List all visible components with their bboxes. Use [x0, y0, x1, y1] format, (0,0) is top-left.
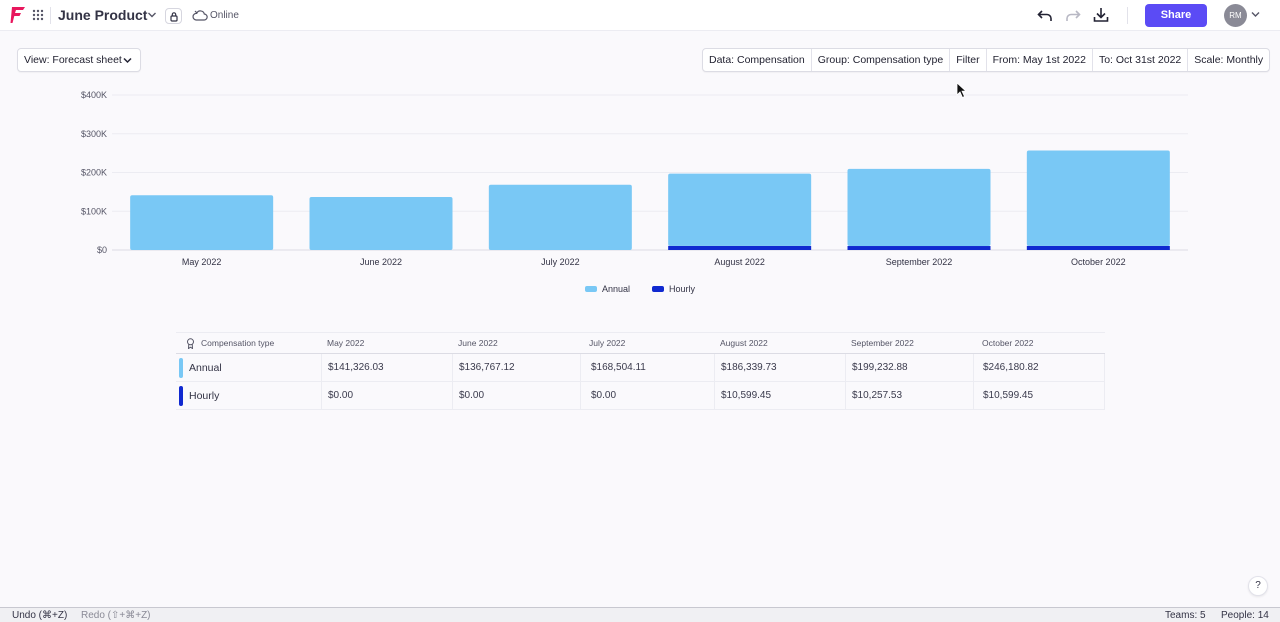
legend-swatch-hourly	[652, 285, 664, 292]
bar-annual[interactable]	[847, 168, 991, 247]
table-cell[interactable]: $141,326.03	[321, 354, 452, 381]
bar-annual[interactable]	[488, 184, 632, 250]
table-cell[interactable]: $168,504.11	[580, 354, 714, 381]
ribbon-icon	[187, 337, 194, 349]
table-cell[interactable]: $0.00	[321, 382, 452, 409]
x-tick-label: September 2022	[886, 257, 953, 267]
bar-annual[interactable]	[309, 197, 453, 250]
x-tick-label: July 2022	[541, 257, 580, 267]
data-filter-button[interactable]: Data: Compensation	[703, 49, 812, 71]
share-button[interactable]: Share	[1145, 4, 1207, 27]
avatar[interactable]: RM	[1224, 4, 1247, 27]
column-header-month[interactable]: May 2022	[327, 333, 364, 353]
column-header-month[interactable]: June 2022	[458, 333, 498, 353]
teams-count: Teams: 5	[1165, 610, 1206, 621]
chevron-down-icon[interactable]	[147, 11, 157, 19]
legend-label: Annual	[602, 284, 631, 294]
divider	[50, 7, 51, 24]
filter-bar: Data: Compensation Group: Compensation t…	[702, 48, 1271, 72]
column-header-month[interactable]: August 2022	[720, 333, 768, 353]
table-cell[interactable]: $10,599.45	[973, 382, 1105, 409]
x-tick-label: June 2022	[360, 257, 402, 267]
column-header-group[interactable]: Compensation type	[186, 333, 274, 353]
bar-hourly[interactable]	[668, 245, 812, 250]
bar-annual[interactable]	[130, 195, 274, 250]
row-color-marker	[179, 358, 183, 378]
divider	[1127, 7, 1128, 24]
legend-item-hourly[interactable]: Hourly	[652, 284, 695, 294]
table-cell[interactable]: $186,339.73	[714, 354, 845, 381]
view-select[interactable]: View: Forecast sheet	[17, 48, 141, 72]
scale-button[interactable]: Scale: Monthly	[1188, 49, 1269, 71]
to-date-button[interactable]: To: Oct 31st 2022	[1093, 49, 1189, 71]
group-filter-button[interactable]: Group: Compensation type	[812, 49, 951, 71]
redo-icon[interactable]	[1064, 6, 1082, 24]
top-bar: June Product Online Share RM	[0, 0, 1280, 31]
document-title[interactable]: June Product	[58, 7, 147, 23]
status-bar: Undo (⌘+Z) Redo (⇧+⌘+Z) Teams: 5 People:…	[0, 607, 1280, 622]
row-color-marker	[179, 386, 183, 406]
table-cell[interactable]: $0.00	[580, 382, 714, 409]
lock-button[interactable]	[165, 8, 182, 24]
compensation-chart: $0 $100K $200K $300K $400K May 2022 June 2022 J…	[81, 90, 1188, 267]
table-cell[interactable]: $10,599.45	[714, 382, 845, 409]
undo-shortcut[interactable]: Undo (⌘+Z)	[12, 610, 67, 621]
bar-annual[interactable]	[668, 173, 812, 246]
table-row[interactable]: Hourly $0.00 $0.00 $0.00 $10,599.45 $10,…	[176, 382, 1105, 410]
bar-hourly[interactable]	[847, 246, 991, 250]
bar-annual[interactable]	[1026, 150, 1170, 246]
table-row[interactable]: Annual $141,326.03 $136,767.12 $168,504.…	[176, 354, 1105, 382]
x-tick-label: August 2022	[714, 257, 765, 267]
app-logo-icon[interactable]	[10, 6, 26, 24]
y-tick-label: $100K	[81, 206, 107, 216]
view-select-label: View: Forecast sheet	[24, 54, 122, 66]
lock-icon	[170, 12, 178, 22]
row-label: Hourly	[189, 389, 220, 402]
y-tick-label: $300K	[81, 129, 107, 139]
mouse-cursor-icon	[956, 82, 968, 99]
row-label: Annual	[189, 361, 222, 374]
x-tick-label: October 2022	[1071, 257, 1126, 267]
help-button[interactable]: ?	[1248, 576, 1268, 596]
chevron-down-icon	[123, 57, 132, 64]
people-count: People: 14	[1221, 610, 1269, 621]
x-tick-label: May 2022	[182, 257, 222, 267]
legend-label: Hourly	[669, 284, 696, 294]
y-tick-label: $200K	[81, 168, 107, 178]
column-header-month[interactable]: September 2022	[851, 333, 914, 353]
cloud-sync-icon	[192, 10, 208, 21]
chevron-down-icon[interactable]	[1251, 11, 1260, 18]
column-header-month[interactable]: July 2022	[589, 333, 625, 353]
table-header: Compensation type May 2022 June 2022 Jul…	[176, 332, 1105, 354]
table-cell[interactable]: $136,767.12	[452, 354, 583, 381]
y-tick-label: $400K	[81, 90, 107, 100]
chart-legend: Annual Hourly	[0, 284, 1280, 296]
column-header-label: Compensation type	[201, 338, 275, 348]
y-tick-label: $0	[97, 245, 107, 255]
bar-hourly[interactable]	[1026, 245, 1170, 250]
undo-icon[interactable]	[1036, 6, 1054, 24]
download-icon[interactable]	[1092, 6, 1110, 24]
table-cell[interactable]: $0.00	[452, 382, 583, 409]
table-cell[interactable]: $246,180.82	[973, 354, 1105, 381]
filter-button[interactable]: Filter	[950, 49, 987, 71]
table-cell[interactable]: $199,232.88	[845, 354, 976, 381]
connection-status: Online	[210, 10, 239, 21]
from-date-button[interactable]: From: May 1st 2022	[987, 49, 1093, 71]
compensation-table: Compensation type May 2022 June 2022 Jul…	[176, 332, 1105, 410]
legend-swatch-annual	[585, 285, 597, 292]
legend-item-annual[interactable]: Annual	[585, 284, 630, 294]
redo-shortcut[interactable]: Redo (⇧+⌘+Z)	[81, 610, 151, 621]
apps-grid-icon[interactable]	[32, 9, 44, 21]
table-cell[interactable]: $10,257.53	[845, 382, 976, 409]
column-header-month[interactable]: October 2022	[982, 333, 1034, 353]
